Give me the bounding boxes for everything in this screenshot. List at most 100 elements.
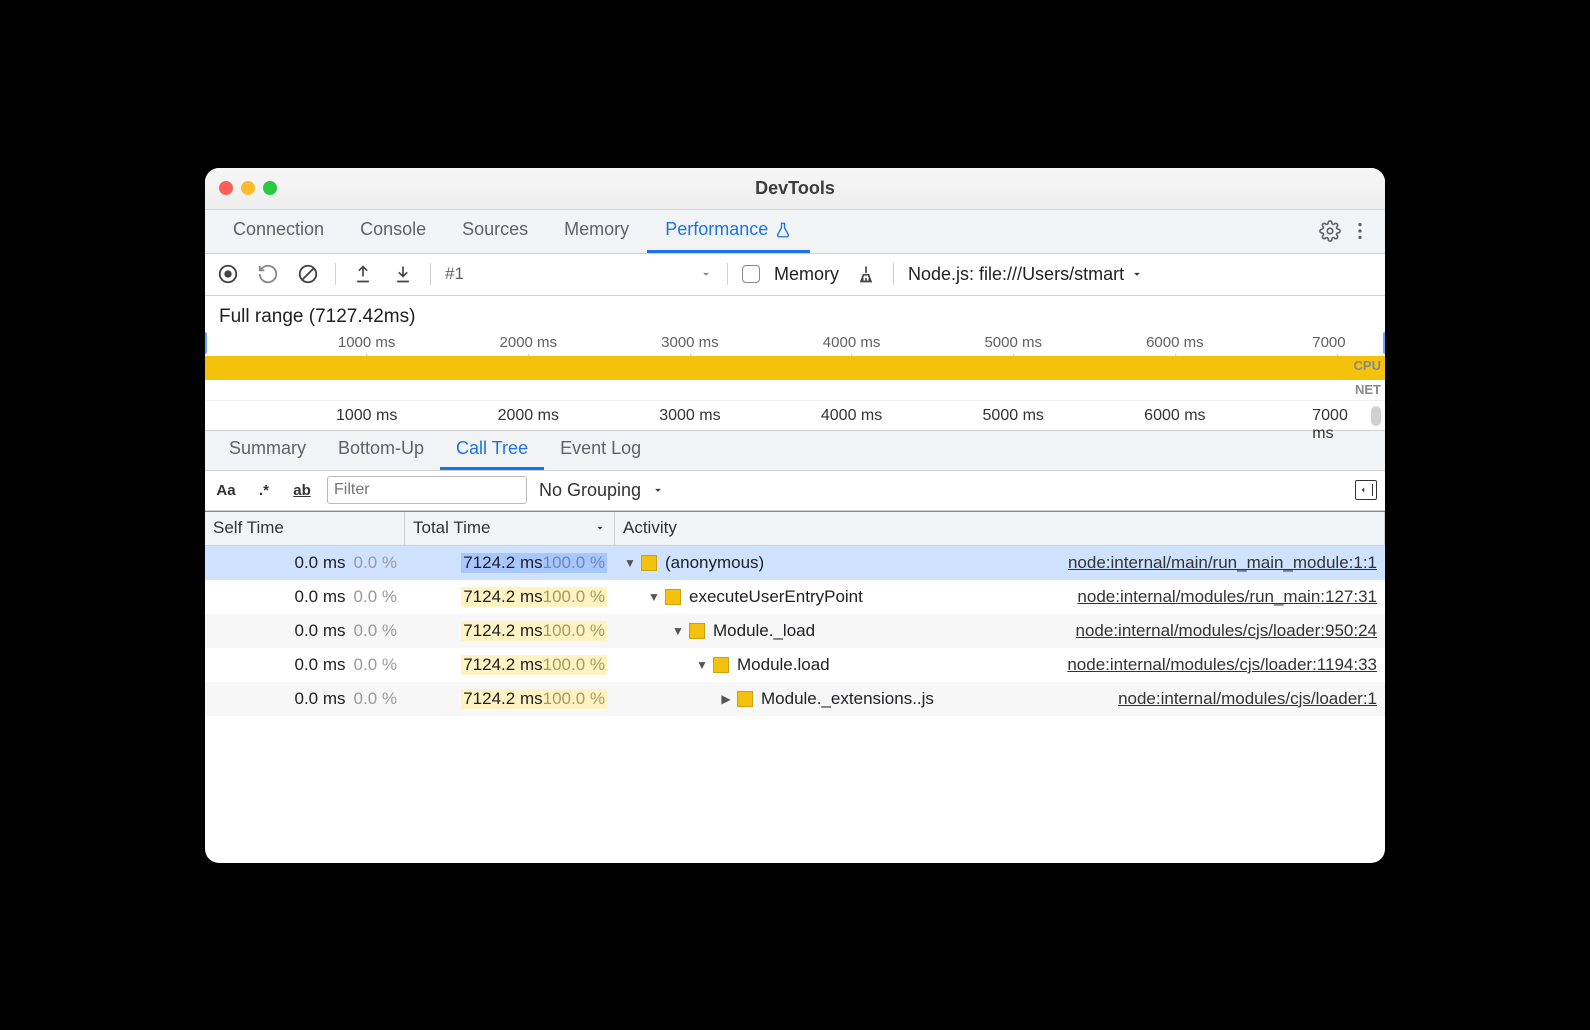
disclosure-arrow-icon[interactable]: ▼ xyxy=(647,590,661,604)
load-profile-button[interactable] xyxy=(350,261,376,287)
collect-garbage-button[interactable] xyxy=(853,261,879,287)
disclosure-arrow-icon[interactable]: ▼ xyxy=(695,658,709,672)
window-title: DevTools xyxy=(205,178,1385,199)
record-button[interactable] xyxy=(215,261,241,287)
disclosure-arrow-icon[interactable]: ▼ xyxy=(623,556,637,570)
column-total-time-label: Total Time xyxy=(413,518,490,538)
activity-name: (anonymous) xyxy=(665,553,764,573)
ruler-tick: 5000 ms xyxy=(984,334,1042,351)
cpu-track-label: CPU xyxy=(1354,358,1381,373)
ruler-tick: 3000 ms xyxy=(659,407,720,425)
self-time-value: 0.0 ms xyxy=(294,689,345,709)
range-handle-right[interactable] xyxy=(1383,332,1385,354)
self-time-value: 0.0 ms xyxy=(294,655,345,675)
ruler-tick: 4000 ms xyxy=(823,334,881,351)
subtab-summary[interactable]: Summary xyxy=(213,431,322,470)
grouping-dropdown[interactable]: No Grouping xyxy=(539,480,665,501)
sort-desc-icon xyxy=(594,522,606,534)
overview-ruler-bottom: 1000 ms2000 ms3000 ms4000 ms5000 ms6000 … xyxy=(205,400,1385,430)
column-total-time[interactable]: Total Time xyxy=(405,512,615,545)
target-dropdown[interactable]: Node.js: file:///Users/stmart xyxy=(908,264,1144,285)
flask-icon xyxy=(774,221,792,239)
devtools-window: DevTools Connection Console Sources Memo… xyxy=(205,168,1385,863)
chevron-down-icon[interactable] xyxy=(699,267,713,281)
self-time-pct: 0.0 % xyxy=(354,621,397,641)
total-time-cell: 7124.2 ms100.0 % xyxy=(461,689,607,709)
subtab-bottom-up[interactable]: Bottom-Up xyxy=(322,431,440,470)
category-swatch-icon xyxy=(737,691,753,707)
tab-performance-label: Performance xyxy=(665,219,768,240)
total-time-value: 7124.2 ms xyxy=(463,587,542,606)
target-dropdown-label: Node.js: file:///Users/stmart xyxy=(908,264,1124,285)
ruler-tick: 2000 ms xyxy=(500,334,558,351)
gear-icon xyxy=(1319,220,1341,242)
table-row[interactable]: 0.0 ms0.0 %7124.2 ms100.0 %▼(anonymous)n… xyxy=(205,546,1385,580)
timeline-overview[interactable]: 1000 ms 2000 ms 3000 ms 4000 ms 5000 ms 6000 … xyxy=(205,332,1385,431)
self-time-pct: 0.0 % xyxy=(354,587,397,607)
self-time-pct: 0.0 % xyxy=(354,553,397,573)
column-activity[interactable]: Activity xyxy=(615,512,1385,545)
subtab-call-tree[interactable]: Call Tree xyxy=(440,431,544,470)
ruler-tick: 1000 ms xyxy=(338,334,396,351)
filter-bar: Aa .* ab No Grouping xyxy=(205,471,1385,511)
table-row[interactable]: 0.0 ms0.0 %7124.2 ms100.0 %▼executeUserE… xyxy=(205,580,1385,614)
table-row[interactable]: 0.0 ms0.0 %7124.2 ms100.0 %▶Module._exte… xyxy=(205,682,1385,716)
memory-checkbox-label: Memory xyxy=(774,264,839,285)
reload-button[interactable] xyxy=(255,261,281,287)
net-track-label: NET xyxy=(1355,382,1381,397)
tab-memory[interactable]: Memory xyxy=(546,210,647,253)
range-handle-left[interactable] xyxy=(205,332,207,354)
table-row[interactable]: 0.0 ms0.0 %7124.2 ms100.0 %▼Module._load… xyxy=(205,614,1385,648)
total-time-cell: 7124.2 ms100.0 % xyxy=(461,621,607,641)
tab-connection[interactable]: Connection xyxy=(215,210,342,253)
profile-select[interactable] xyxy=(445,264,685,284)
performance-toolbar: Memory Node.js: file:///Users/stmart xyxy=(205,254,1385,296)
broom-icon xyxy=(856,264,876,284)
total-time-pct: 100.0 % xyxy=(543,621,605,640)
activity-source-link[interactable]: node:internal/modules/run_main:127:31 xyxy=(1077,587,1377,607)
ruler-tick: 2000 ms xyxy=(498,407,559,425)
activity-source-link[interactable]: node:internal/modules/cjs/loader:1194:33 xyxy=(1067,655,1377,675)
whole-word-button[interactable]: ab xyxy=(289,482,315,499)
details-tab-bar: Summary Bottom-Up Call Tree Event Log xyxy=(205,431,1385,471)
self-time-value: 0.0 ms xyxy=(294,621,345,641)
clear-button[interactable] xyxy=(295,261,321,287)
chevron-left-icon xyxy=(1358,485,1368,495)
tab-console[interactable]: Console xyxy=(342,210,444,253)
memory-checkbox[interactable] xyxy=(742,265,760,283)
category-swatch-icon xyxy=(713,657,729,673)
save-profile-button[interactable] xyxy=(390,261,416,287)
tab-sources[interactable]: Sources xyxy=(444,210,546,253)
disclosure-arrow-icon[interactable]: ▼ xyxy=(671,624,685,638)
total-time-pct: 100.0 % xyxy=(543,655,605,674)
self-time-pct: 0.0 % xyxy=(354,689,397,709)
activity-name: executeUserEntryPoint xyxy=(689,587,863,607)
more-button[interactable] xyxy=(1345,216,1375,246)
total-time-cell: 7124.2 ms100.0 % xyxy=(461,587,607,607)
disclosure-arrow-icon[interactable]: ▶ xyxy=(719,692,733,706)
show-sidebar-button[interactable] xyxy=(1355,480,1377,500)
filter-input[interactable] xyxy=(327,476,527,504)
activity-source-link[interactable]: node:internal/modules/cjs/loader:950:24 xyxy=(1076,621,1377,641)
total-time-value: 7124.2 ms xyxy=(463,689,542,708)
record-icon xyxy=(217,263,239,285)
main-tab-bar: Connection Console Sources Memory Perfor… xyxy=(205,210,1385,254)
match-case-button[interactable]: Aa xyxy=(213,482,239,499)
total-time-value: 7124.2 ms xyxy=(463,655,542,674)
settings-button[interactable] xyxy=(1315,216,1345,246)
reload-icon xyxy=(257,263,279,285)
activity-source-link[interactable]: node:internal/main/run_main_module:1:1 xyxy=(1068,553,1377,573)
tab-performance[interactable]: Performance xyxy=(647,210,810,253)
column-self-time[interactable]: Self Time xyxy=(205,512,405,545)
upload-icon xyxy=(353,264,373,284)
overview-ruler-top: 1000 ms2000 ms3000 ms4000 ms5000 ms6000 … xyxy=(205,332,1385,356)
subtab-event-log[interactable]: Event Log xyxy=(544,431,657,470)
regex-button[interactable]: .* xyxy=(251,482,277,499)
overview-scrollbar[interactable] xyxy=(1371,406,1381,426)
cpu-track: CPU xyxy=(205,356,1385,380)
ruler-tick: 6000 ms xyxy=(1146,334,1204,351)
table-row[interactable]: 0.0 ms0.0 %7124.2 ms100.0 %▼Module.loadn… xyxy=(205,648,1385,682)
clear-icon xyxy=(297,263,319,285)
activity-source-link[interactable]: node:internal/modules/cjs/loader:1 xyxy=(1118,689,1377,709)
download-icon xyxy=(393,264,413,284)
